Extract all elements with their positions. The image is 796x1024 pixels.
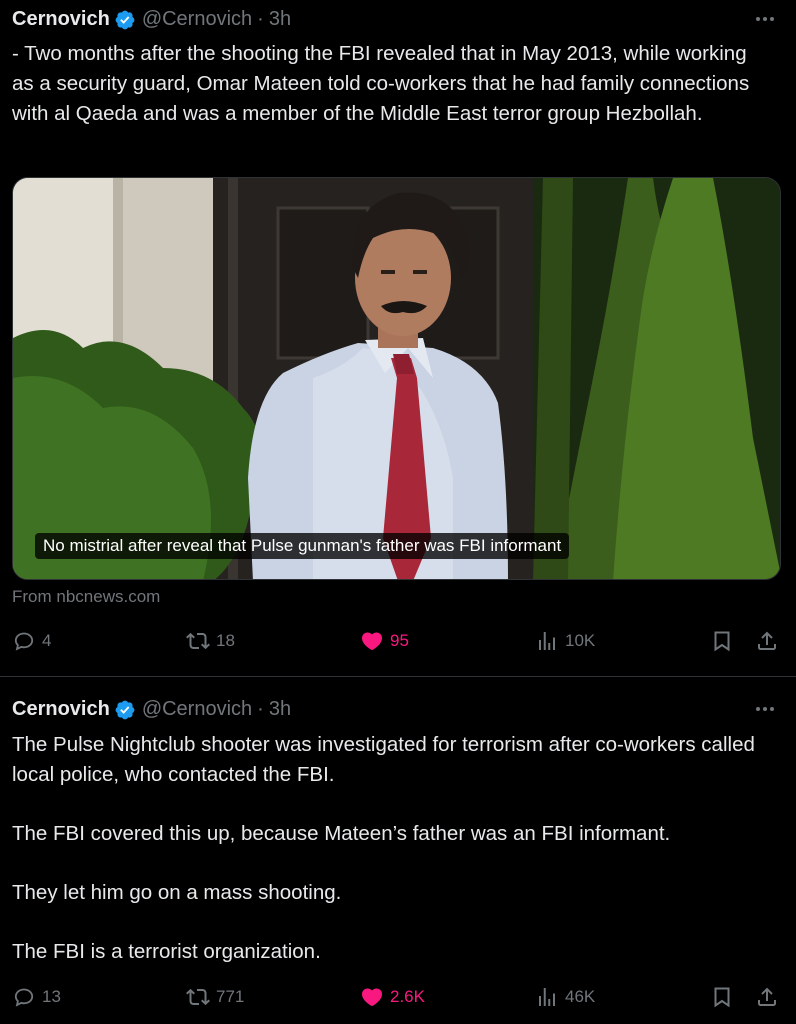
retweet-arrows-icon — [186, 988, 210, 1006]
more-horizontal-icon[interactable] — [754, 700, 778, 724]
tweet-2-paragraph: The FBI covered this up, because Mateen’… — [12, 822, 671, 845]
views-button[interactable]: 10K — [535, 629, 595, 653]
share-button[interactable] — [755, 629, 779, 653]
link-card-headline[interactable]: No mistrial after reveal that Pulse gunm… — [35, 533, 570, 559]
tweet-1-actions: 4 18 95 10K — [0, 629, 796, 659]
verified-badge-icon — [115, 700, 135, 719]
author-handle[interactable]: @Cernovich — [142, 698, 252, 721]
like-count: 2.6K — [390, 987, 425, 1006]
reply-button[interactable]: 13 — [12, 985, 61, 1009]
link-card-source[interactable]: From nbcnews.com — [12, 587, 160, 607]
tweet-1-header: Cernovich @Cernovich · 3h — [12, 8, 291, 31]
tweet-2-header: Cernovich @Cernovich · 3h — [12, 698, 291, 721]
retweet-arrows-icon — [186, 632, 210, 650]
tweet-2-text: The Pulse Nightclub shooter was investig… — [12, 730, 772, 967]
bookmark-icon — [714, 631, 730, 652]
retweet-count: 771 — [216, 987, 245, 1006]
reply-bubble-icon — [14, 988, 34, 1007]
retweet-button[interactable]: 18 — [186, 629, 235, 653]
like-button[interactable]: 95 — [360, 629, 409, 653]
like-button[interactable]: 2.6K — [360, 985, 425, 1009]
share-upload-icon — [758, 631, 776, 650]
reply-bubble-icon — [14, 632, 34, 651]
views-count: 46K — [565, 987, 596, 1006]
tweet-divider — [0, 676, 796, 677]
reply-count: 4 — [42, 631, 52, 650]
news-photo — [13, 178, 780, 579]
retweet-count: 18 — [216, 631, 235, 650]
views-bar-chart-icon — [539, 632, 555, 650]
timestamp[interactable]: 3h — [269, 698, 291, 721]
timestamp[interactable]: 3h — [269, 8, 291, 31]
tweet-2-paragraph: They let him go on a mass shooting. — [12, 881, 342, 904]
views-count: 10K — [565, 631, 596, 650]
bookmark-icon — [714, 987, 730, 1008]
views-button[interactable]: 46K — [535, 985, 595, 1009]
verified-badge-icon — [115, 10, 135, 29]
bookmark-button[interactable] — [710, 629, 734, 653]
more-horizontal-icon[interactable] — [754, 10, 778, 34]
bookmark-button[interactable] — [710, 985, 734, 1009]
author-name[interactable]: Cernovich — [12, 698, 110, 721]
like-count: 95 — [390, 631, 409, 650]
author-handle[interactable]: @Cernovich — [142, 8, 252, 31]
share-button[interactable] — [755, 985, 779, 1009]
reply-count: 13 — [42, 987, 61, 1006]
reply-button[interactable]: 4 — [12, 629, 51, 653]
tweet-2-paragraph: The Pulse Nightclub shooter was investig… — [12, 733, 755, 786]
heart-filled-icon — [361, 988, 383, 1007]
link-card-image[interactable]: No mistrial after reveal that Pulse gunm… — [12, 177, 781, 580]
views-bar-chart-icon — [539, 988, 555, 1006]
heart-filled-icon — [361, 632, 383, 651]
share-upload-icon — [758, 987, 776, 1006]
separator-dot: · — [257, 8, 264, 30]
tweet-2-actions: 13 771 2.6K 46K — [0, 985, 796, 1015]
author-name[interactable]: Cernovich — [12, 8, 110, 31]
separator-dot: · — [257, 698, 264, 720]
tweet-1-text: - Two months after the shooting the FBI … — [12, 42, 750, 125]
retweet-button[interactable]: 771 — [186, 985, 244, 1009]
tweet-2-paragraph: The FBI is a terrorist organization. — [12, 940, 321, 963]
